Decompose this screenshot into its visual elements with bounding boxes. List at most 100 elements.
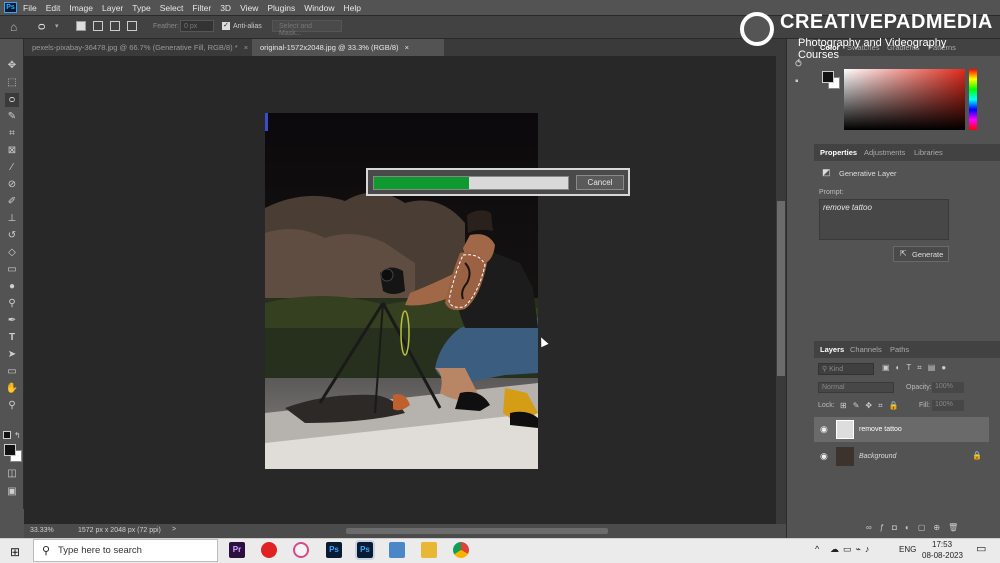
default-colors-icon[interactable] [3, 431, 11, 439]
notifications-icon[interactable]: ▭ [976, 542, 986, 555]
photoshop-active-taskbar-icon[interactable]: Ps [355, 540, 375, 560]
eye-visibility-icon[interactable]: ◉ [820, 424, 828, 435]
lasso-tool-icon[interactable]: ᴑ [5, 93, 19, 107]
tab-pexels-document[interactable]: pexels-pixabay-36478.jpg @ 66.7% (Genera… [24, 39, 252, 56]
tab-layers[interactable]: Layers [820, 345, 844, 354]
zoom-tool-icon[interactable]: ⚲ [5, 399, 19, 413]
blend-mode-select[interactable]: Normal [818, 382, 894, 393]
menu-type[interactable]: Type [132, 3, 150, 13]
document-image[interactable] [265, 113, 538, 469]
menu-edit[interactable]: Edit [46, 3, 61, 13]
premiere-pro-icon[interactable]: Pr [229, 542, 245, 558]
intersect-selection-icon[interactable] [127, 21, 137, 31]
windows-start-icon[interactable]: ⊞ [10, 545, 20, 559]
tab-original-document[interactable]: original-1572x2048.jpg @ 33.3% (RGB/8) × [252, 39, 444, 56]
app-taskbar-icon[interactable] [389, 542, 405, 558]
layer-name[interactable]: Background [859, 453, 896, 460]
menu-window[interactable]: Window [304, 3, 334, 13]
frame-tool-icon[interactable]: ⊠ [5, 144, 19, 158]
menu-plugins[interactable]: Plugins [267, 3, 295, 13]
menu-help[interactable]: Help [343, 3, 360, 13]
blur-tool-icon[interactable]: ● [5, 280, 19, 294]
layer-name[interactable]: remove tattoo [859, 426, 902, 433]
record-icon[interactable] [261, 542, 277, 558]
eyedropper-tool-icon[interactable]: ⁄ [5, 161, 19, 175]
screen-mode-icon[interactable]: ▣ [5, 485, 19, 499]
clock-date[interactable]: 08-08-2023 [922, 551, 963, 560]
brush-tool-icon[interactable]: ✐ [5, 195, 19, 209]
quick-mask-icon[interactable]: ◫ [5, 467, 19, 481]
fill-input[interactable]: 100% [932, 400, 964, 411]
opacity-input[interactable]: 100% [932, 382, 964, 393]
type-tool-icon[interactable]: T [5, 331, 19, 345]
lasso-tool-icon[interactable]: ᴑ [38, 19, 45, 33]
zoom-level[interactable]: 33.33% [30, 527, 54, 534]
menu-3d[interactable]: 3D [220, 3, 231, 13]
move-tool-icon[interactable]: ✥ [5, 59, 19, 73]
foreground-color-swatch[interactable] [822, 71, 834, 83]
home-icon[interactable]: ⌂ [10, 20, 17, 34]
layer-filter-icons[interactable]: ▣◐T⌗▤● [882, 363, 952, 373]
quick-selection-tool-icon[interactable]: ✎ [5, 110, 19, 124]
anti-alias-checkbox[interactable]: ✓ [222, 22, 230, 30]
close-icon[interactable]: × [244, 43, 248, 52]
tab-properties[interactable]: Properties [820, 148, 857, 157]
tab-libraries[interactable]: Libraries [914, 148, 943, 157]
select-and-mask-button[interactable]: Select and Mask... [272, 20, 342, 37]
path-selection-tool-icon[interactable]: ➤ [5, 348, 19, 362]
menu-select[interactable]: Select [160, 3, 184, 13]
tab-adjustments[interactable]: Adjustments [864, 148, 905, 157]
color-picker-field[interactable] [844, 69, 965, 130]
layer-row-background[interactable]: ◉ Background 🔒 [814, 444, 989, 469]
close-icon[interactable]: × [405, 43, 409, 52]
layer-actions-icons[interactable]: ∞ƒ◘◐▢⊕🗑 [866, 523, 966, 532]
tab-paths[interactable]: Paths [890, 345, 909, 354]
eraser-tool-icon[interactable]: ◇ [5, 246, 19, 260]
system-tray-up-arrow-icon[interactable]: ^ [815, 544, 819, 554]
prompt-input[interactable]: remove tattoo [819, 199, 949, 240]
layer-filter-input[interactable]: ⚲ Kind [818, 363, 874, 375]
file-explorer-icon[interactable] [421, 542, 437, 558]
menu-file[interactable]: File [23, 3, 37, 13]
swap-colors-icon[interactable]: ↰ [14, 431, 21, 440]
foreground-color-swatch[interactable] [4, 444, 16, 456]
system-tray-icons[interactable]: ☁▭⌁♪ [830, 544, 873, 555]
marquee-tool-icon[interactable]: ⬚ [5, 76, 19, 90]
chevron-down-icon[interactable]: ▾ [55, 22, 59, 30]
generate-button[interactable]: ⇱ Generate [893, 246, 949, 262]
hue-slider[interactable] [969, 69, 977, 130]
history-brush-tool-icon[interactable]: ↺ [5, 229, 19, 243]
language-indicator[interactable]: ENG [899, 545, 916, 554]
photoshop-logo-icon[interactable]: Ps [4, 2, 17, 13]
menu-view[interactable]: View [240, 3, 258, 13]
comments-panel-icon[interactable]: ▪ [795, 76, 799, 87]
dodge-tool-icon[interactable]: ⚲ [5, 297, 19, 311]
add-to-selection-icon[interactable] [93, 21, 103, 31]
vertical-scroll-thumb[interactable] [777, 201, 785, 376]
menu-image[interactable]: Image [69, 3, 93, 13]
layer-row-remove-tattoo[interactable]: ◉ remove tattoo [814, 417, 989, 442]
snip-tool-icon[interactable] [293, 542, 309, 558]
vertical-scrollbar[interactable] [776, 56, 786, 524]
gradient-tool-icon[interactable]: ▭ [5, 263, 19, 277]
clock-time[interactable]: 17:53 [932, 540, 952, 549]
photoshop-taskbar-icon[interactable]: Ps [326, 542, 342, 558]
cancel-button[interactable]: Cancel [576, 175, 624, 190]
menu-layer[interactable]: Layer [102, 3, 123, 13]
crop-tool-icon[interactable]: ⌗ [5, 127, 19, 141]
taskbar-search-box[interactable]: ⚲ Type here to search [33, 539, 218, 562]
menu-filter[interactable]: Filter [192, 3, 211, 13]
new-selection-icon[interactable] [76, 21, 86, 31]
horizontal-scroll-thumb[interactable] [346, 528, 608, 534]
status-menu-arrow-icon[interactable]: > [172, 526, 176, 533]
lock-icons[interactable]: ⊞✎✥⌗🔒 [840, 401, 905, 411]
hand-tool-icon[interactable]: ✋ [5, 382, 19, 396]
chrome-icon[interactable] [453, 542, 469, 558]
eye-visibility-icon[interactable]: ◉ [820, 451, 828, 462]
rectangle-tool-icon[interactable]: ▭ [5, 365, 19, 379]
feather-input[interactable]: 0 px [180, 20, 214, 32]
tab-channels[interactable]: Channels [850, 345, 882, 354]
pen-tool-icon[interactable]: ✒ [5, 314, 19, 328]
clone-stamp-tool-icon[interactable]: ⊥ [5, 212, 19, 226]
subtract-from-selection-icon[interactable] [110, 21, 120, 31]
